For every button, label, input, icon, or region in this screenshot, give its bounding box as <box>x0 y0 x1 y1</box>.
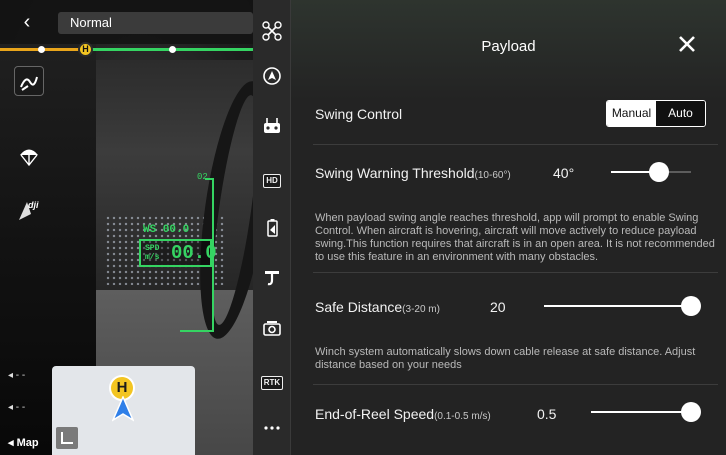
settings-category-column: HD RTK <box>253 0 291 455</box>
speed-label: SPD <box>145 244 160 253</box>
speed-unit-label: SPD m/s <box>145 244 159 262</box>
end-of-reel-range: (0.1-0.5 m/s) <box>434 411 491 422</box>
camera-icon[interactable] <box>253 318 291 344</box>
slider-thumb[interactable] <box>681 402 701 422</box>
home-point-marker: H <box>78 42 93 57</box>
left-telemetry-2: ◂ - - <box>8 402 26 413</box>
wind-speed-readout: WS 00.0 <box>143 224 190 236</box>
slider-fill <box>544 305 691 307</box>
swing-control-manual[interactable]: Manual <box>607 101 656 126</box>
swing-warning-description: When payload swing angle reaches thresho… <box>315 212 715 263</box>
close-icon <box>679 36 695 52</box>
swing-warning-range: (10-60°) <box>474 170 511 181</box>
drone-icon[interactable] <box>253 21 291 47</box>
end-of-reel-title: End-of-Reel Speed <box>315 406 435 422</box>
safe-distance-slider[interactable] <box>544 296 701 316</box>
flight-mode-selector[interactable]: Normal <box>58 12 253 34</box>
safe-distance-title: Safe Distance <box>315 299 403 315</box>
dji-logo-icon[interactable]: dji <box>14 196 44 226</box>
divider <box>313 272 718 273</box>
mini-map[interactable]: H <box>52 366 195 455</box>
svg-text:dji: dji <box>28 200 39 210</box>
speed-value: 00.0 <box>171 242 217 264</box>
speed-readout-box: SPD m/s 00.0 <box>139 239 217 267</box>
end-of-reel-value: 0.5 <box>537 406 557 422</box>
map-expand-icon[interactable] <box>56 427 78 449</box>
safe-distance-label: Safe Distance(3-20 m) <box>315 299 440 315</box>
route-waypoint-dot <box>38 46 45 53</box>
rtk-icon[interactable]: RTK <box>253 368 291 394</box>
divider <box>313 144 718 145</box>
top-bar: ‹ Normal <box>0 0 253 44</box>
divider <box>313 384 718 385</box>
swing-control-label: Swing Control <box>315 106 403 122</box>
hd-tag: HD <box>263 174 281 188</box>
safe-distance-value: 20 <box>490 299 506 315</box>
speed-unit: m/s <box>145 253 160 262</box>
swing-warning-title: Swing Warning Threshold <box>315 165 475 181</box>
end-of-reel-slider[interactable] <box>591 402 701 422</box>
swing-warning-slider[interactable] <box>611 162 691 182</box>
safe-distance-range: (3-20 m) <box>402 304 440 315</box>
hud-tick-label: 02 <box>197 172 208 182</box>
hud-baseline <box>180 330 214 332</box>
remote-controller-icon[interactable] <box>253 116 291 142</box>
winch-payload-icon[interactable] <box>253 268 291 294</box>
close-button[interactable] <box>675 34 699 58</box>
swing-warning-label: Swing Warning Threshold(10-60°) <box>315 165 511 181</box>
slider-fill <box>591 411 691 413</box>
slider-thumb[interactable] <box>649 162 669 182</box>
flight-mode-label: Normal <box>70 15 112 30</box>
rtk-tag: RTK <box>260 376 284 390</box>
payload-settings-panel: Payload Swing Control Manual Auto Swing … <box>291 0 726 455</box>
slider-thumb[interactable] <box>681 296 701 316</box>
parachute-icon[interactable] <box>14 146 44 176</box>
battery-icon[interactable] <box>253 218 291 244</box>
panel-title: Payload <box>481 38 536 55</box>
route-waypoint-dot <box>169 46 176 53</box>
hd-transmission-icon[interactable]: HD <box>253 166 291 192</box>
safe-distance-description: Winch system automatically slows down ca… <box>315 346 696 371</box>
swing-control-auto[interactable]: Auto <box>656 101 705 126</box>
more-icon[interactable] <box>253 418 291 444</box>
swing-warning-value: 40° <box>553 165 575 181</box>
camera-view[interactable]: 02 WS 00.0 SPD m/s 00.0 ‹ Normal H dji ◂… <box>0 0 253 455</box>
map-toggle[interactable]: ◂ Map <box>8 436 39 449</box>
swing-control-toggle[interactable]: Manual Auto <box>606 100 706 127</box>
back-button[interactable]: ‹ <box>14 10 40 36</box>
end-of-reel-label: End-of-Reel Speed(0.1-0.5 m/s) <box>315 406 491 422</box>
left-telemetry-1: ◂ - - <box>8 370 26 381</box>
flight-route-icon[interactable] <box>14 66 44 96</box>
obstacle-avoidance-icon[interactable] <box>253 66 291 92</box>
aircraft-heading-icon <box>112 396 134 422</box>
